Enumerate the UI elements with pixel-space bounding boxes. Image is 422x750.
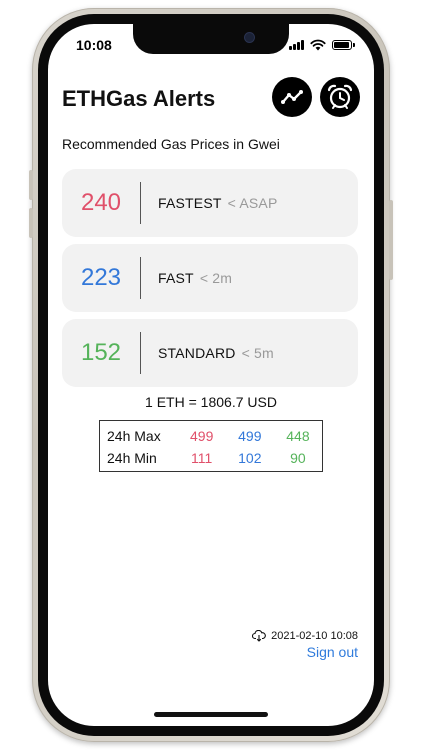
min-standard: 90 bbox=[290, 450, 306, 466]
gas-card-fastest[interactable]: 240 FASTEST < ASAP bbox=[62, 169, 358, 237]
power-button bbox=[389, 200, 393, 280]
gas-price: 223 bbox=[80, 264, 122, 291]
gas-speed: FASTEST < ASAP bbox=[158, 195, 278, 211]
min-fastest: 111 bbox=[191, 450, 213, 466]
min-fast: 102 bbox=[238, 450, 262, 466]
alarm-button[interactable] bbox=[320, 77, 360, 117]
chart-button[interactable] bbox=[272, 77, 312, 117]
speed-label: STANDARD bbox=[158, 345, 236, 361]
app-title: ETHGas Alerts bbox=[62, 86, 216, 111]
max-fastest: 499 bbox=[190, 428, 214, 444]
table-row: 24h Min 111 102 90 bbox=[107, 447, 322, 469]
gas-price: 240 bbox=[80, 189, 122, 216]
wifi-icon bbox=[310, 39, 326, 51]
status-time: 10:08 bbox=[76, 37, 112, 53]
cloud-download-icon bbox=[252, 630, 266, 642]
divider bbox=[140, 182, 141, 224]
divider bbox=[140, 332, 141, 374]
gas-speed: STANDARD < 5m bbox=[158, 345, 274, 361]
speed-eta: < ASAP bbox=[227, 195, 278, 211]
divider bbox=[140, 257, 141, 299]
table-row: 24h Max 499 499 448 bbox=[107, 425, 322, 447]
sign-out-link[interactable]: Sign out bbox=[307, 644, 358, 660]
max-label: 24h Max bbox=[107, 428, 161, 444]
gas-card-fast[interactable]: 223 FAST < 2m bbox=[62, 244, 358, 312]
status-icons bbox=[289, 39, 355, 51]
notch bbox=[133, 24, 289, 54]
trend-chart-icon bbox=[281, 90, 303, 104]
gas-speed: FAST < 2m bbox=[158, 270, 232, 286]
home-indicator[interactable] bbox=[154, 712, 268, 717]
volume-down-button bbox=[29, 208, 33, 238]
cellular-signal-icon bbox=[289, 40, 304, 50]
volume-up-button bbox=[29, 170, 33, 200]
eth-usd-rate: 1 ETH = 1806.7 USD bbox=[145, 394, 277, 410]
app-screen: 10:08 ETHGas Alerts Recommended Gas Pric… bbox=[48, 24, 374, 726]
speed-eta: < 2m bbox=[199, 270, 233, 286]
speed-label: FASTEST bbox=[158, 195, 222, 211]
speed-label: FAST bbox=[158, 270, 194, 286]
gas-price: 152 bbox=[80, 339, 122, 366]
subtitle: Recommended Gas Prices in Gwei bbox=[62, 136, 280, 152]
battery-icon bbox=[332, 40, 355, 50]
gas-card-standard[interactable]: 152 STANDARD < 5m bbox=[62, 319, 358, 387]
stats-table: 24h Max 499 499 448 24h Min 111 102 90 bbox=[99, 420, 323, 472]
updated-timestamp: 2021-02-10 10:08 bbox=[271, 630, 358, 642]
max-fast: 499 bbox=[238, 428, 262, 444]
last-updated: 2021-02-10 10:08 bbox=[252, 630, 358, 642]
alarm-clock-icon bbox=[327, 84, 353, 109]
max-standard: 448 bbox=[286, 428, 310, 444]
camera bbox=[245, 33, 254, 42]
min-label: 24h Min bbox=[107, 450, 157, 466]
speed-eta: < 5m bbox=[241, 345, 274, 361]
